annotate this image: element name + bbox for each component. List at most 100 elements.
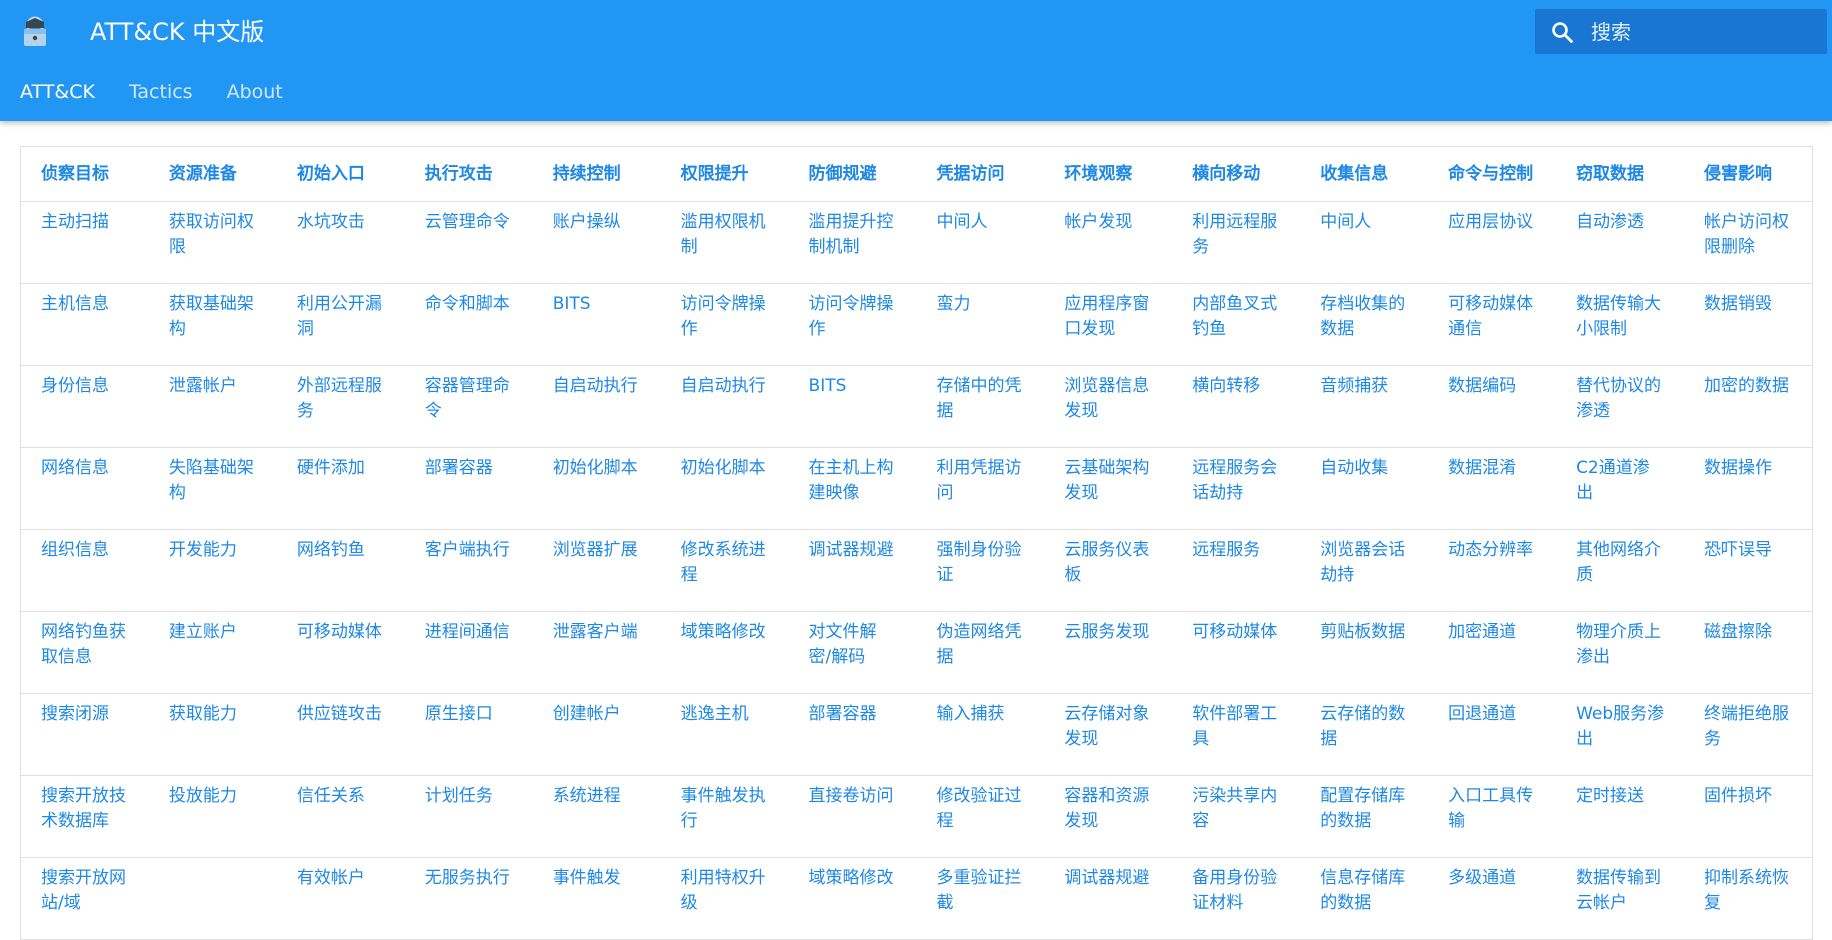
technique-link[interactable]: 调试器规避 — [1064, 868, 1149, 888]
technique-link[interactable]: 云服务发现 — [1064, 622, 1149, 642]
technique-link[interactable]: 无服务执行 — [425, 868, 510, 888]
search-icon[interactable] — [1549, 19, 1575, 45]
technique-link[interactable]: 远程服务 — [1192, 540, 1260, 560]
tactic-header[interactable]: 凭据访问 — [916, 147, 1045, 202]
tactic-header[interactable]: 环境观察 — [1044, 147, 1173, 202]
technique-link[interactable]: 中间人 — [1320, 212, 1371, 232]
technique-link[interactable]: BITS — [553, 294, 591, 314]
technique-link[interactable]: 配置存储库的数据 — [1320, 786, 1405, 831]
technique-link[interactable]: 云存储的数据 — [1320, 704, 1405, 749]
technique-link[interactable]: 数据编码 — [1448, 376, 1516, 396]
tactic-header[interactable]: 执行攻击 — [404, 147, 533, 202]
technique-link[interactable]: 网络信息 — [41, 458, 109, 478]
technique-link[interactable]: 直接卷访问 — [809, 786, 894, 806]
technique-link[interactable]: 计划任务 — [425, 786, 493, 806]
technique-link[interactable]: 利用凭据访问 — [936, 458, 1021, 503]
technique-link[interactable]: BITS — [809, 376, 847, 396]
tactic-header[interactable]: 防御规避 — [788, 147, 917, 202]
nav-item-attck[interactable]: ATT&CK — [20, 81, 95, 103]
technique-link[interactable]: 系统进程 — [553, 786, 621, 806]
tactic-header[interactable]: 初始入口 — [276, 147, 405, 202]
technique-link[interactable]: 建立账户 — [169, 622, 237, 642]
technique-link[interactable]: 动态分辨率 — [1448, 540, 1533, 560]
technique-link[interactable]: 供应链攻击 — [297, 704, 382, 724]
nav-item-tactics[interactable]: Tactics — [129, 81, 193, 103]
technique-link[interactable]: 应用层协议 — [1448, 212, 1533, 232]
technique-link[interactable]: 主机信息 — [41, 294, 109, 314]
technique-link[interactable]: 失陷基础架构 — [169, 458, 254, 503]
technique-link[interactable]: 内部鱼叉式钓鱼 — [1192, 294, 1277, 339]
technique-link[interactable]: 污染共享内容 — [1192, 786, 1277, 831]
technique-link[interactable]: 创建帐户 — [553, 704, 621, 724]
nav-item-about[interactable]: About — [227, 81, 283, 103]
technique-link[interactable]: 可移动媒体通信 — [1448, 294, 1533, 339]
technique-link[interactable]: 浏览器扩展 — [553, 540, 638, 560]
technique-link[interactable]: 数据混淆 — [1448, 458, 1516, 478]
technique-link[interactable]: 信任关系 — [297, 786, 365, 806]
tactic-header[interactable]: 横向移动 — [1172, 147, 1301, 202]
technique-link[interactable]: 输入捕获 — [936, 704, 1004, 724]
technique-link[interactable]: 泄露客户端 — [553, 622, 638, 642]
technique-link[interactable]: 修改系统进程 — [681, 540, 766, 585]
technique-link[interactable]: 浏览器信息发现 — [1064, 376, 1149, 421]
technique-link[interactable]: 初始化脚本 — [553, 458, 638, 478]
technique-link[interactable]: 多重验证拦截 — [936, 868, 1021, 913]
technique-link[interactable]: 网络钓鱼获取信息 — [41, 622, 126, 667]
technique-link[interactable]: 初始化脚本 — [681, 458, 766, 478]
technique-link[interactable]: 应用程序窗口发现 — [1064, 294, 1149, 339]
technique-link[interactable]: 终端拒绝服务 — [1704, 704, 1789, 749]
tactic-header[interactable]: 窃取数据 — [1556, 147, 1684, 202]
technique-link[interactable]: 可移动媒体 — [297, 622, 382, 642]
technique-link[interactable]: 事件触发执行 — [681, 786, 766, 831]
search-box[interactable] — [1535, 9, 1827, 54]
tactic-header[interactable]: 权限提升 — [660, 147, 789, 202]
technique-link[interactable]: 逃逸主机 — [681, 704, 749, 724]
technique-link[interactable]: 部署容器 — [809, 704, 877, 724]
tactic-header[interactable]: 侦察目标 — [21, 147, 149, 202]
technique-link[interactable]: 强制身份验证 — [936, 540, 1021, 585]
technique-link[interactable]: 恐吓误导 — [1704, 540, 1772, 560]
technique-link[interactable]: 原生接口 — [425, 704, 493, 724]
technique-link[interactable]: 存档收集的数据 — [1320, 294, 1405, 339]
technique-link[interactable]: 入口工具传输 — [1448, 786, 1533, 831]
technique-link[interactable]: 帐户发现 — [1064, 212, 1132, 232]
technique-link[interactable]: 利用公开漏洞 — [297, 294, 382, 339]
site-title[interactable]: ATT&CK 中文版 — [90, 14, 264, 50]
technique-link[interactable]: 账户操纵 — [553, 212, 621, 232]
technique-link[interactable]: 投放能力 — [169, 786, 237, 806]
technique-link[interactable]: 进程间通信 — [425, 622, 510, 642]
technique-link[interactable]: 对文件解密/解码 — [809, 622, 877, 667]
technique-link[interactable]: 回退通道 — [1448, 704, 1516, 724]
technique-link[interactable]: 云服务仪表板 — [1064, 540, 1149, 585]
technique-link[interactable]: 域策略修改 — [681, 622, 766, 642]
technique-link[interactable]: 修改验证过程 — [936, 786, 1021, 831]
technique-link[interactable]: 获取访问权限 — [169, 212, 254, 257]
technique-link[interactable]: 蛮力 — [936, 294, 970, 314]
technique-link[interactable]: 调试器规避 — [809, 540, 894, 560]
technique-link[interactable]: 自动收集 — [1320, 458, 1388, 478]
technique-link[interactable]: 主动扫描 — [41, 212, 109, 232]
search-input[interactable] — [1589, 18, 1813, 45]
technique-link[interactable]: 云管理命令 — [425, 212, 510, 232]
technique-link[interactable]: 组织信息 — [41, 540, 109, 560]
technique-link[interactable]: 外部远程服务 — [297, 376, 382, 421]
technique-link[interactable]: 数据传输大小限制 — [1576, 294, 1661, 339]
technique-link[interactable]: Web服务渗出 — [1576, 704, 1664, 749]
technique-link[interactable]: 水坑攻击 — [297, 212, 365, 232]
technique-link[interactable]: 可移动媒体 — [1192, 622, 1277, 642]
technique-link[interactable]: 替代协议的渗透 — [1576, 376, 1661, 421]
technique-link[interactable]: 物理介质上渗出 — [1576, 622, 1661, 667]
technique-link[interactable]: 剪贴板数据 — [1320, 622, 1405, 642]
technique-link[interactable]: 帐户访问权限删除 — [1704, 212, 1789, 257]
technique-link[interactable]: 自动渗透 — [1576, 212, 1644, 232]
technique-link[interactable]: 泄露帐户 — [169, 376, 237, 396]
technique-link[interactable]: 开发能力 — [169, 540, 237, 560]
technique-link[interactable]: 音频捕获 — [1320, 376, 1388, 396]
tactic-header[interactable]: 收集信息 — [1300, 147, 1429, 202]
technique-link[interactable]: 浏览器会话劫持 — [1320, 540, 1405, 585]
technique-link[interactable]: 搜索闭源 — [41, 704, 109, 724]
technique-link[interactable]: 多级通道 — [1448, 868, 1516, 888]
technique-link[interactable]: 容器管理命令 — [425, 376, 510, 421]
tactic-header[interactable]: 命令与控制 — [1428, 147, 1557, 202]
technique-link[interactable]: 加密通道 — [1448, 622, 1516, 642]
